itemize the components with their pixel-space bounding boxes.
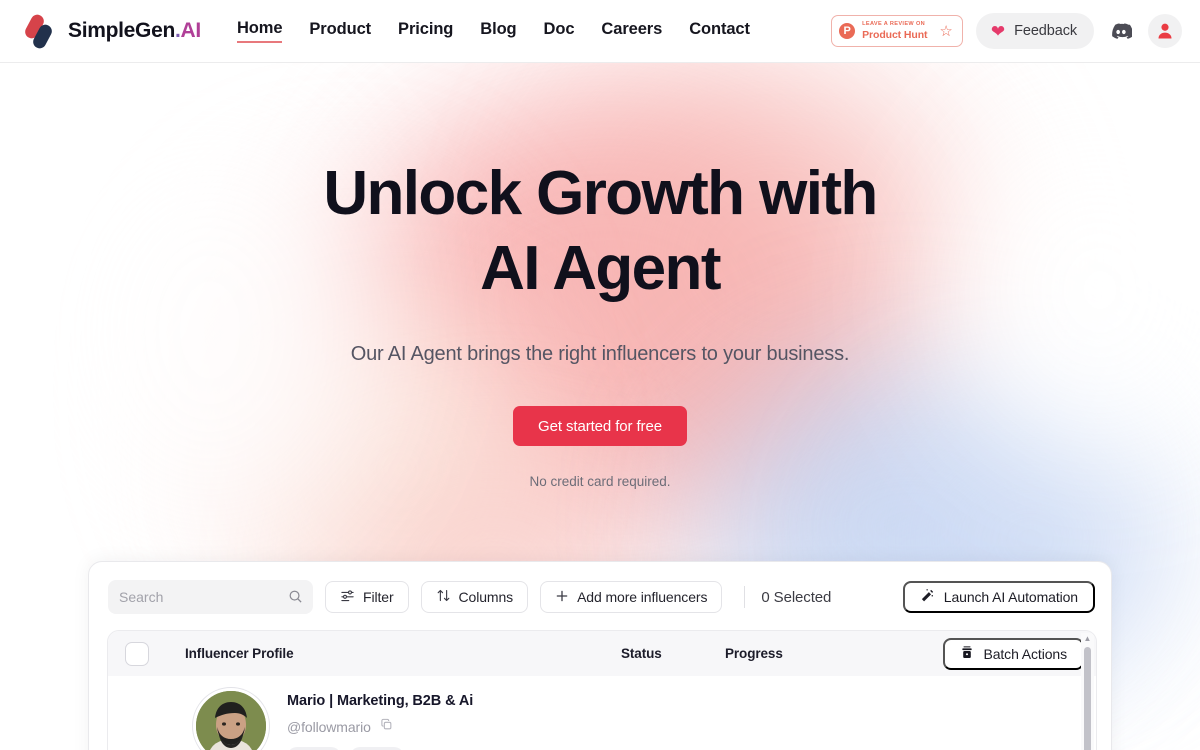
columns-label: Columns [458,589,514,605]
site-header: SimpleGen.AI Home Product Pricing Blog D… [0,0,1200,63]
nav-item-pricing[interactable]: Pricing [398,20,453,42]
swap-arrows-icon [436,588,451,606]
launch-ai-automation-button[interactable]: Launch AI Automation [902,581,1095,613]
column-header-profile: Influencer Profile [185,646,294,661]
table-row[interactable]: Mario | Marketing, B2B & Ai @followmario [108,676,1096,750]
star-outline-icon: ☆ [939,22,953,40]
scrollbar-thumb[interactable] [1084,647,1091,750]
app-preview-panel: Filter Columns Add more influencers [88,561,1112,750]
plus-icon [555,589,569,606]
selected-count: 0 Selected [761,588,832,606]
main-navigation: Home Product Pricing Blog Doc Careers Co… [236,19,750,43]
nav-item-home[interactable]: Home [236,19,283,43]
product-hunt-icon: P [839,23,856,39]
batch-actions-label: Batch Actions [983,645,1067,662]
batch-actions-button[interactable]: Batch Actions [943,637,1084,670]
header-actions: P LEAVE A REVIEW ON Product Hunt ☆ ❤ Fee… [831,13,1182,49]
hero-subtitle: Our AI Agent brings the right influencer… [350,343,850,365]
heart-icon: ❤ [990,21,1006,41]
column-header-status: Status [621,646,662,661]
columns-button[interactable]: Columns [420,581,529,613]
search-icon [288,589,303,609]
influencer-info: Mario | Marketing, B2B & Ai @followmario [287,688,473,750]
magic-wand-icon [920,588,935,606]
select-all-checkbox[interactable] [125,641,149,666]
product-hunt-badge[interactable]: P LEAVE A REVIEW ON Product Hunt ☆ [831,15,963,47]
logo-capsules-icon [22,12,56,51]
table-header-row: Influencer Profile Status Progress Batch… [108,631,1096,676]
add-influencers-label: Add more influencers [577,589,708,605]
brand-logo[interactable]: SimpleGen.AI [22,12,201,51]
brand-name-main: SimpleGen [68,19,175,42]
page-title: Unlock Growth with AI Agent [0,163,1200,300]
nav-item-blog[interactable]: Blog [480,20,516,42]
user-avatar-icon[interactable] [1148,14,1182,48]
feedback-button[interactable]: ❤ Feedback [975,13,1094,49]
hero-note: No credit card required. [529,474,671,489]
brand-name-ai: AI [180,19,202,42]
search-field[interactable] [108,580,313,614]
column-header-progress: Progress [725,646,783,661]
copy-icon[interactable] [380,718,393,736]
app-toolbar: Filter Columns Add more influencers [89,562,1111,614]
table-scrollbar[interactable]: ▲ [1081,633,1094,750]
get-started-button[interactable]: Get started for free [513,406,687,446]
nav-item-careers[interactable]: Careers [601,20,662,42]
hero-title-line2: AI Agent [480,234,721,303]
filter-button[interactable]: Filter [325,581,409,613]
nav-item-doc[interactable]: Doc [544,20,575,42]
search-input[interactable] [119,589,302,605]
sliders-icon [340,588,355,606]
product-hunt-bottom-label: Product Hunt [862,28,928,41]
add-influencers-button[interactable]: Add more influencers [540,581,723,613]
influencer-table: Influencer Profile Status Progress Batch… [107,630,1097,750]
discord-icon[interactable] [1107,17,1135,45]
toolbar-divider [744,586,746,608]
nav-item-product[interactable]: Product [309,20,371,42]
influencer-name: Mario | Marketing, B2B & Ai [287,693,474,709]
feedback-label: Feedback [1014,23,1077,39]
brand-name: SimpleGen.AI [68,19,201,43]
batch-stack-icon [960,645,974,663]
hero-title-line1: Unlock Growth with [323,159,878,228]
hero-section: Unlock Growth with AI Agent Our AI Agent… [0,63,1200,490]
influencer-handle: @followmario [287,719,371,735]
influencer-handle-line: @followmario [287,718,473,736]
influencer-avatar-icon [193,688,269,750]
page-root: SimpleGen.AI Home Product Pricing Blog D… [0,0,1200,750]
product-hunt-text: LEAVE A REVIEW ON Product Hunt [862,20,928,41]
scroll-up-arrow-icon[interactable]: ▲ [1084,635,1092,643]
launch-ai-automation-label: Launch AI Automation [943,589,1078,605]
filter-label: Filter [363,589,394,605]
nav-item-contact[interactable]: Contact [689,20,750,42]
product-hunt-top-label: LEAVE A REVIEW ON [862,20,926,27]
